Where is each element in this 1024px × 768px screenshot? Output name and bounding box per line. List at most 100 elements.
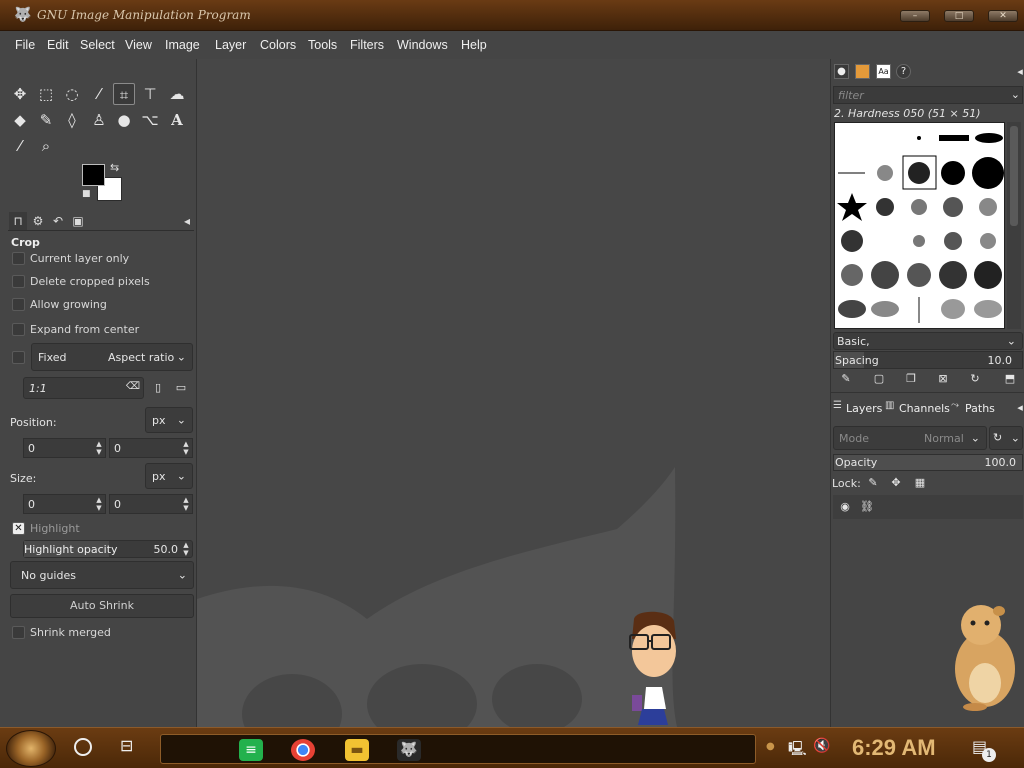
bucket-fill-tool-icon[interactable]: ◆ xyxy=(9,109,31,131)
file-explorer-icon[interactable]: ▬ xyxy=(345,739,369,761)
network-icon[interactable]: 🖳 xyxy=(788,738,807,762)
delete-brush-icon[interactable]: ⊠ xyxy=(936,372,950,386)
mode-switch-dropdown[interactable]: ↻ ⌄ xyxy=(989,426,1023,450)
aspect-ratio-field[interactable]: 1:1 ⌫ xyxy=(23,377,144,399)
spin-down-icon[interactable]: ▼ xyxy=(181,550,191,557)
reset-colors-icon[interactable]: ■ xyxy=(82,189,91,199)
menu-colors[interactable]: Colors xyxy=(260,38,296,52)
guides-dropdown[interactable]: No guides ⌄ xyxy=(10,561,194,589)
lock-alpha-icon[interactable]: ▦ xyxy=(913,476,927,490)
spin-up-icon[interactable]: ▲ xyxy=(94,497,104,504)
duplicate-brush-icon[interactable]: ❐ xyxy=(904,372,918,386)
layer-opacity-slider[interactable]: Opacity 100.0 xyxy=(833,454,1023,471)
spin-down-icon[interactable]: ▼ xyxy=(94,505,104,512)
dock-menu-icon[interactable]: ◂ xyxy=(1013,65,1024,79)
spacing-slider[interactable]: Spacing 10.0 xyxy=(833,351,1023,369)
dock-menu-icon[interactable]: ◂ xyxy=(178,212,196,230)
size-unit-dropdown[interactable]: px ⌄ xyxy=(145,463,193,489)
menu-select[interactable]: Select xyxy=(80,38,115,52)
tab-layers[interactable]: Layers xyxy=(846,402,882,415)
zoom-tool-icon[interactable]: ⌕ xyxy=(35,135,57,157)
position-y-field[interactable]: 0 ▲ ▼ xyxy=(109,438,193,458)
spin-up-icon[interactable]: ▲ xyxy=(181,441,191,448)
spin-up-icon[interactable]: ▲ xyxy=(181,542,191,549)
size-width-field[interactable]: 0 ▲ ▼ xyxy=(23,494,106,514)
eraser-tool-icon[interactable]: ◊ xyxy=(61,109,83,131)
device-status-tab-icon[interactable]: ⚙ xyxy=(29,212,47,230)
undo-history-tab-icon[interactable]: ↶ xyxy=(49,212,67,230)
spin-down-icon[interactable]: ▼ xyxy=(94,449,104,456)
gimp-app-icon[interactable]: 🐺 xyxy=(397,739,421,761)
text-tool-icon[interactable]: A xyxy=(166,109,188,131)
open-as-image-icon[interactable]: ⬒ xyxy=(1003,372,1017,386)
taskbar-clock[interactable]: 6:29 AM xyxy=(852,735,936,761)
start-button[interactable] xyxy=(6,730,56,767)
volume-muted-icon[interactable]: 🔇 xyxy=(813,738,830,754)
cortana-icon[interactable] xyxy=(74,738,92,756)
size-height-field[interactable]: 0 ▲ ▼ xyxy=(109,494,193,514)
lock-pixels-icon[interactable]: ✎ xyxy=(866,476,880,490)
chain-link-icon[interactable]: ⛓ xyxy=(860,500,874,514)
spin-up-icon[interactable]: ▲ xyxy=(94,441,104,448)
brush-scrollbar[interactable] xyxy=(1007,122,1021,329)
layer-mode-dropdown[interactable]: Mode Normal ⌄ xyxy=(833,426,987,450)
task-view-icon[interactable]: ⊟ xyxy=(120,736,133,755)
fixed-mode-dropdown[interactable]: Fixed Aspect ratio ⌄ xyxy=(31,343,193,371)
fixed-checkbox[interactable] xyxy=(12,350,26,366)
brushes-tab-icon[interactable]: ● xyxy=(834,64,849,79)
color-picker-tool-icon[interactable]: ⁄ xyxy=(9,135,31,157)
scrollbar-thumb[interactable] xyxy=(1010,126,1018,226)
paintbrush-tool-icon[interactable]: ✎ xyxy=(35,109,57,131)
brush-tag-dropdown[interactable]: Basic, ⌄ xyxy=(833,332,1023,350)
tab-paths[interactable]: Paths xyxy=(965,402,995,415)
spin-down-icon[interactable]: ▼ xyxy=(181,449,191,456)
sheets-app-icon[interactable]: ≡ xyxy=(239,739,263,761)
fonts-tab-icon[interactable]: Aa xyxy=(876,64,891,79)
menu-layer[interactable]: Layer xyxy=(215,38,246,52)
chevron-down-icon[interactable]: ⌄ xyxy=(1011,88,1020,101)
eye-icon[interactable]: ◉ xyxy=(838,500,852,514)
minimize-button[interactable]: – xyxy=(900,10,930,22)
dock-menu-icon[interactable]: ◂ xyxy=(1013,401,1024,415)
menu-edit[interactable]: Edit xyxy=(47,38,69,52)
clear-field-icon[interactable]: ⌫ xyxy=(126,381,140,392)
warp-transform-tool-icon[interactable]: ☁ xyxy=(166,83,188,105)
fuzzy-select-tool-icon[interactable]: ⁄ xyxy=(88,83,110,105)
menu-windows[interactable]: Windows xyxy=(397,38,448,52)
smudge-tool-icon[interactable]: ● xyxy=(113,109,135,131)
free-select-tool-icon[interactable]: ◌ xyxy=(61,83,83,105)
tray-overflow-icon[interactable]: ● xyxy=(766,741,775,752)
foreground-color-swatch[interactable] xyxy=(82,164,105,186)
landscape-icon[interactable]: ▭ xyxy=(174,381,188,395)
menu-help[interactable]: Help xyxy=(461,38,487,52)
lock-position-icon[interactable]: ✥ xyxy=(889,476,903,490)
menu-tools[interactable]: Tools xyxy=(308,38,337,52)
patterns-tab-icon[interactable] xyxy=(855,64,870,79)
portrait-icon[interactable]: ▯ xyxy=(151,381,165,395)
images-tab-icon[interactable]: ▣ xyxy=(69,212,87,230)
rect-select-tool-icon[interactable]: ⬚ xyxy=(35,83,57,105)
highlight-opacity-slider[interactable]: Highlight opacity 50.0 ▲ ▼ xyxy=(23,540,193,558)
spin-down-icon[interactable]: ▼ xyxy=(181,505,191,512)
tool-options-tab-icon[interactable]: ⊓ xyxy=(9,212,27,230)
spin-up-icon[interactable]: ▲ xyxy=(181,497,191,504)
auto-shrink-button[interactable]: Auto Shrink xyxy=(10,594,194,618)
brush-filter-input[interactable]: filter ⌄ xyxy=(833,86,1023,104)
maximize-button[interactable]: □ xyxy=(944,10,974,22)
image-canvas[interactable] xyxy=(197,59,830,727)
clone-tool-icon[interactable]: ♙ xyxy=(88,109,110,131)
brush-grid[interactable] xyxy=(834,122,1005,329)
menu-image[interactable]: Image xyxy=(165,38,200,52)
close-button[interactable]: ✕ xyxy=(988,10,1018,22)
position-x-field[interactable]: 0 ▲ ▼ xyxy=(23,438,106,458)
unified-transform-tool-icon[interactable]: ⊤ xyxy=(139,83,161,105)
edit-brush-icon[interactable]: ✎ xyxy=(839,372,853,386)
paths-tool-icon[interactable]: ⌥ xyxy=(139,109,161,131)
chrome-app-icon[interactable] xyxy=(291,739,315,761)
move-tool-icon[interactable]: ✥ xyxy=(9,83,31,105)
refresh-brushes-icon[interactable]: ↻ xyxy=(968,372,982,386)
menu-view[interactable]: View xyxy=(125,38,152,52)
menu-file[interactable]: File xyxy=(15,38,35,52)
tab-channels[interactable]: Channels xyxy=(899,402,950,415)
crop-tool-icon[interactable]: ⌗ xyxy=(113,83,135,105)
